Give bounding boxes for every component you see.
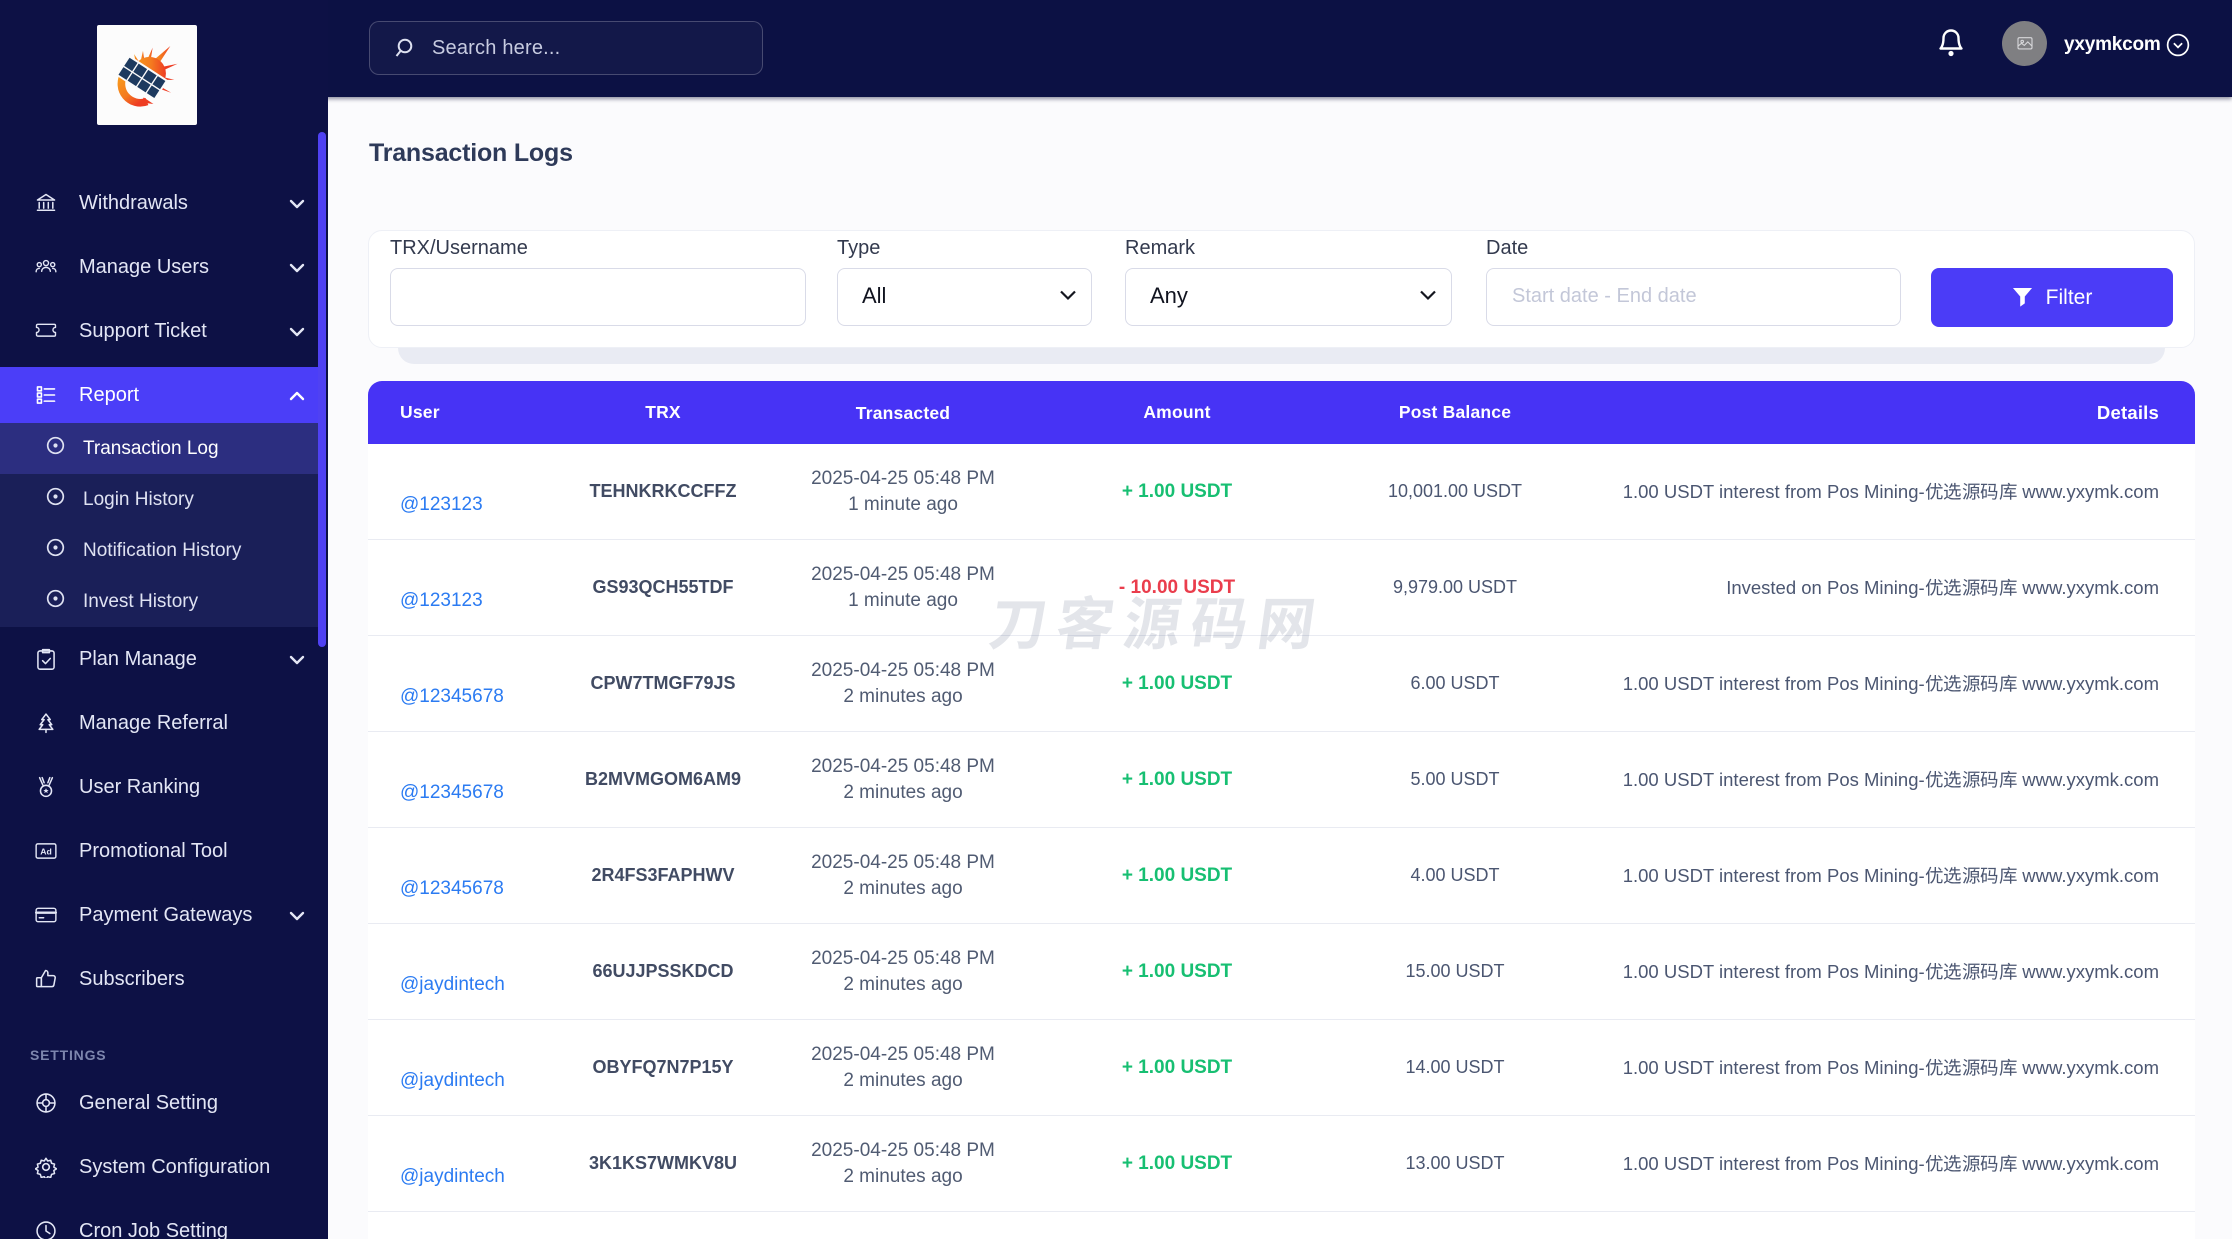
- svg-text:Ad: Ad: [40, 847, 52, 857]
